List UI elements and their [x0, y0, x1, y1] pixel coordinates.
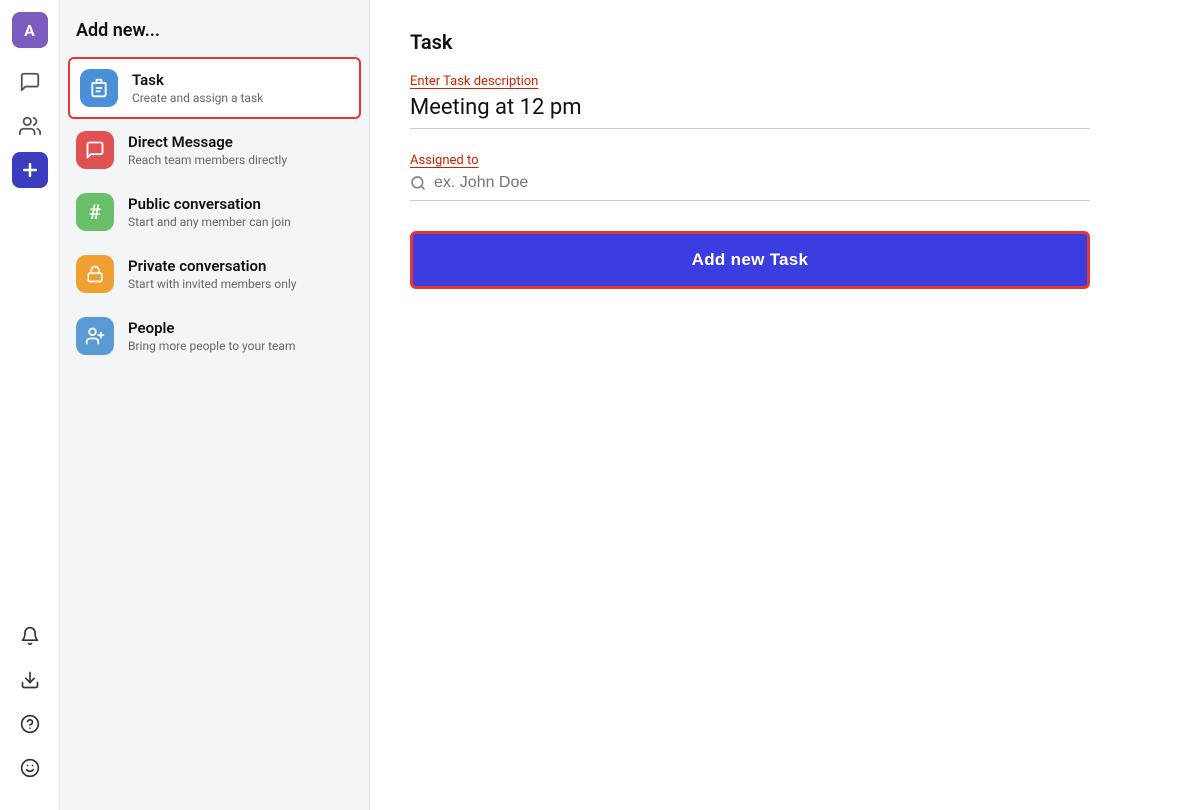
help-icon[interactable] [12, 706, 48, 742]
people-label: People [128, 319, 295, 337]
download-icon[interactable] [12, 662, 48, 698]
task-description-label: Enter Task description [410, 74, 1140, 89]
task-label: Task [132, 71, 263, 89]
task-text: Task Create and assign a task [132, 71, 263, 105]
public-label: Public conversation [128, 195, 291, 213]
icon-bar: A [0, 0, 60, 810]
main-content: Task Enter Task description Meeting at 1… [370, 0, 1180, 810]
bell-icon[interactable] [12, 618, 48, 654]
sidebar-item-private[interactable]: Private conversation Start with invited … [60, 243, 369, 305]
assigned-to-label: Assigned to [410, 153, 1140, 168]
people-text: People Bring more people to your team [128, 319, 295, 353]
add-icon[interactable] [12, 152, 48, 188]
add-task-button[interactable]: Add new Task [410, 231, 1090, 289]
mood-icon[interactable] [12, 750, 48, 786]
sidebar: Add new... Task Create and assign a task… [60, 0, 370, 810]
page-title: Task [410, 30, 1140, 54]
private-text: Private conversation Start with invited … [128, 257, 296, 291]
sidebar-item-task[interactable]: Task Create and assign a task [68, 57, 361, 119]
dm-text: Direct Message Reach team members direct… [128, 133, 287, 167]
dm-label: Direct Message [128, 133, 287, 151]
private-label: Private conversation [128, 257, 296, 275]
public-desc: Start and any member can join [128, 215, 291, 229]
assigned-to-input[interactable] [434, 174, 1090, 192]
task-description-group: Enter Task description Meeting at 12 pm [410, 74, 1140, 129]
chat-icon[interactable] [12, 64, 48, 100]
sidebar-item-dm[interactable]: Direct Message Reach team members direct… [60, 119, 369, 181]
people-desc: Bring more people to your team [128, 339, 295, 353]
sidebar-item-public[interactable]: # Public conversation Start and any memb… [60, 181, 369, 243]
sidebar-title: Add new... [60, 20, 369, 57]
icon-bar-bottom [12, 618, 48, 798]
task-desc: Create and assign a task [132, 91, 263, 105]
dm-desc: Reach team members directly [128, 153, 287, 167]
public-text: Public conversation Start and any member… [128, 195, 291, 229]
avatar[interactable]: A [12, 12, 48, 48]
task-icon [80, 69, 118, 107]
sidebar-item-people[interactable]: People Bring more people to your team [60, 305, 369, 367]
assigned-search-field [410, 174, 1090, 201]
task-description-value[interactable]: Meeting at 12 pm [410, 95, 1090, 129]
contacts-icon[interactable] [12, 108, 48, 144]
private-icon [76, 255, 114, 293]
dm-icon [76, 131, 114, 169]
public-icon: # [76, 193, 114, 231]
people-icon [76, 317, 114, 355]
assigned-to-group: Assigned to [410, 153, 1140, 201]
private-desc: Start with invited members only [128, 277, 296, 291]
search-icon [410, 175, 426, 191]
